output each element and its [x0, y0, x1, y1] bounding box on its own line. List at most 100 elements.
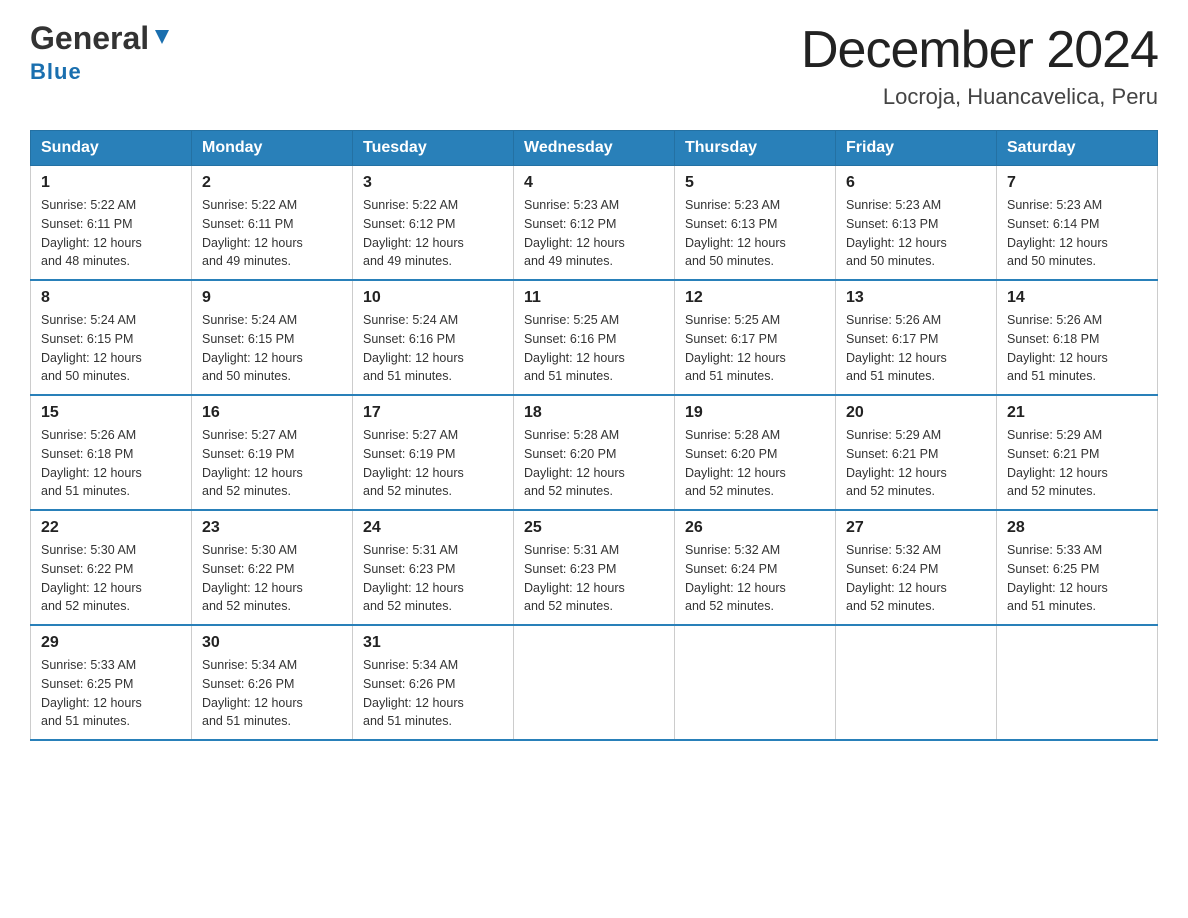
- calendar-cell: 23 Sunrise: 5:30 AM Sunset: 6:22 PM Dayl…: [192, 510, 353, 625]
- day-number: 29: [41, 634, 181, 652]
- calendar-cell: 19 Sunrise: 5:28 AM Sunset: 6:20 PM Dayl…: [675, 395, 836, 510]
- day-info: Sunrise: 5:34 AM Sunset: 6:26 PM Dayligh…: [363, 656, 503, 731]
- calendar-cell: [675, 625, 836, 740]
- day-number: 19: [685, 404, 825, 422]
- logo-triangle-icon: [151, 26, 173, 48]
- logo: General Blue: [30, 20, 173, 85]
- calendar-cell: 22 Sunrise: 5:30 AM Sunset: 6:22 PM Dayl…: [31, 510, 192, 625]
- calendar-subtitle: Locroja, Huancavelica, Peru: [801, 84, 1158, 110]
- day-number: 4: [524, 174, 664, 192]
- day-info: Sunrise: 5:30 AM Sunset: 6:22 PM Dayligh…: [202, 541, 342, 616]
- calendar-cell: 28 Sunrise: 5:33 AM Sunset: 6:25 PM Dayl…: [997, 510, 1158, 625]
- calendar-cell: 13 Sunrise: 5:26 AM Sunset: 6:17 PM Dayl…: [836, 280, 997, 395]
- day-info: Sunrise: 5:23 AM Sunset: 6:13 PM Dayligh…: [846, 196, 986, 271]
- day-number: 27: [846, 519, 986, 537]
- day-number: 21: [1007, 404, 1147, 422]
- day-info: Sunrise: 5:24 AM Sunset: 6:16 PM Dayligh…: [363, 311, 503, 386]
- day-number: 8: [41, 289, 181, 307]
- day-info: Sunrise: 5:23 AM Sunset: 6:14 PM Dayligh…: [1007, 196, 1147, 271]
- week-row-3: 15 Sunrise: 5:26 AM Sunset: 6:18 PM Dayl…: [31, 395, 1158, 510]
- day-number: 20: [846, 404, 986, 422]
- calendar-cell: 20 Sunrise: 5:29 AM Sunset: 6:21 PM Dayl…: [836, 395, 997, 510]
- week-row-1: 1 Sunrise: 5:22 AM Sunset: 6:11 PM Dayli…: [31, 166, 1158, 281]
- day-number: 11: [524, 289, 664, 307]
- day-number: 25: [524, 519, 664, 537]
- calendar-cell: 18 Sunrise: 5:28 AM Sunset: 6:20 PM Dayl…: [514, 395, 675, 510]
- calendar-cell: 1 Sunrise: 5:22 AM Sunset: 6:11 PM Dayli…: [31, 166, 192, 281]
- day-info: Sunrise: 5:33 AM Sunset: 6:25 PM Dayligh…: [1007, 541, 1147, 616]
- calendar-table: SundayMondayTuesdayWednesdayThursdayFrid…: [30, 130, 1158, 741]
- day-number: 28: [1007, 519, 1147, 537]
- day-number: 13: [846, 289, 986, 307]
- day-number: 10: [363, 289, 503, 307]
- day-info: Sunrise: 5:28 AM Sunset: 6:20 PM Dayligh…: [524, 426, 664, 501]
- day-info: Sunrise: 5:22 AM Sunset: 6:12 PM Dayligh…: [363, 196, 503, 271]
- day-info: Sunrise: 5:31 AM Sunset: 6:23 PM Dayligh…: [524, 541, 664, 616]
- day-info: Sunrise: 5:31 AM Sunset: 6:23 PM Dayligh…: [363, 541, 503, 616]
- calendar-cell: 4 Sunrise: 5:23 AM Sunset: 6:12 PM Dayli…: [514, 166, 675, 281]
- calendar-cell: 5 Sunrise: 5:23 AM Sunset: 6:13 PM Dayli…: [675, 166, 836, 281]
- day-info: Sunrise: 5:30 AM Sunset: 6:22 PM Dayligh…: [41, 541, 181, 616]
- calendar-cell: 15 Sunrise: 5:26 AM Sunset: 6:18 PM Dayl…: [31, 395, 192, 510]
- day-info: Sunrise: 5:25 AM Sunset: 6:17 PM Dayligh…: [685, 311, 825, 386]
- day-info: Sunrise: 5:22 AM Sunset: 6:11 PM Dayligh…: [202, 196, 342, 271]
- day-number: 16: [202, 404, 342, 422]
- logo-blue-text: Blue: [30, 59, 82, 85]
- day-info: Sunrise: 5:24 AM Sunset: 6:15 PM Dayligh…: [202, 311, 342, 386]
- calendar-title: December 2024: [801, 20, 1158, 80]
- calendar-cell: 14 Sunrise: 5:26 AM Sunset: 6:18 PM Dayl…: [997, 280, 1158, 395]
- calendar-cell: [836, 625, 997, 740]
- day-info: Sunrise: 5:27 AM Sunset: 6:19 PM Dayligh…: [363, 426, 503, 501]
- page-header: General Blue December 2024 Locroja, Huan…: [30, 20, 1158, 110]
- day-number: 15: [41, 404, 181, 422]
- calendar-cell: 7 Sunrise: 5:23 AM Sunset: 6:14 PM Dayli…: [997, 166, 1158, 281]
- calendar-cell: 30 Sunrise: 5:34 AM Sunset: 6:26 PM Dayl…: [192, 625, 353, 740]
- calendar-cell: 2 Sunrise: 5:22 AM Sunset: 6:11 PM Dayli…: [192, 166, 353, 281]
- calendar-cell: 26 Sunrise: 5:32 AM Sunset: 6:24 PM Dayl…: [675, 510, 836, 625]
- day-number: 26: [685, 519, 825, 537]
- calendar-body: 1 Sunrise: 5:22 AM Sunset: 6:11 PM Dayli…: [31, 166, 1158, 741]
- day-number: 1: [41, 174, 181, 192]
- day-info: Sunrise: 5:29 AM Sunset: 6:21 PM Dayligh…: [1007, 426, 1147, 501]
- header-saturday: Saturday: [997, 131, 1158, 166]
- day-info: Sunrise: 5:32 AM Sunset: 6:24 PM Dayligh…: [846, 541, 986, 616]
- calendar-cell: 17 Sunrise: 5:27 AM Sunset: 6:19 PM Dayl…: [353, 395, 514, 510]
- calendar-cell: 9 Sunrise: 5:24 AM Sunset: 6:15 PM Dayli…: [192, 280, 353, 395]
- day-info: Sunrise: 5:22 AM Sunset: 6:11 PM Dayligh…: [41, 196, 181, 271]
- week-row-4: 22 Sunrise: 5:30 AM Sunset: 6:22 PM Dayl…: [31, 510, 1158, 625]
- day-info: Sunrise: 5:26 AM Sunset: 6:18 PM Dayligh…: [1007, 311, 1147, 386]
- day-info: Sunrise: 5:26 AM Sunset: 6:18 PM Dayligh…: [41, 426, 181, 501]
- calendar-cell: 16 Sunrise: 5:27 AM Sunset: 6:19 PM Dayl…: [192, 395, 353, 510]
- header-thursday: Thursday: [675, 131, 836, 166]
- day-info: Sunrise: 5:28 AM Sunset: 6:20 PM Dayligh…: [685, 426, 825, 501]
- day-number: 12: [685, 289, 825, 307]
- day-info: Sunrise: 5:34 AM Sunset: 6:26 PM Dayligh…: [202, 656, 342, 731]
- day-number: 3: [363, 174, 503, 192]
- calendar-cell: [514, 625, 675, 740]
- calendar-cell: 29 Sunrise: 5:33 AM Sunset: 6:25 PM Dayl…: [31, 625, 192, 740]
- calendar-cell: [997, 625, 1158, 740]
- day-info: Sunrise: 5:26 AM Sunset: 6:17 PM Dayligh…: [846, 311, 986, 386]
- day-info: Sunrise: 5:29 AM Sunset: 6:21 PM Dayligh…: [846, 426, 986, 501]
- day-number: 14: [1007, 289, 1147, 307]
- day-info: Sunrise: 5:24 AM Sunset: 6:15 PM Dayligh…: [41, 311, 181, 386]
- calendar-cell: 11 Sunrise: 5:25 AM Sunset: 6:16 PM Dayl…: [514, 280, 675, 395]
- header-monday: Monday: [192, 131, 353, 166]
- day-number: 24: [363, 519, 503, 537]
- day-number: 9: [202, 289, 342, 307]
- day-number: 7: [1007, 174, 1147, 192]
- week-row-2: 8 Sunrise: 5:24 AM Sunset: 6:15 PM Dayli…: [31, 280, 1158, 395]
- day-number: 6: [846, 174, 986, 192]
- header-row: SundayMondayTuesdayWednesdayThursdayFrid…: [31, 131, 1158, 166]
- day-number: 17: [363, 404, 503, 422]
- calendar-cell: 8 Sunrise: 5:24 AM Sunset: 6:15 PM Dayli…: [31, 280, 192, 395]
- calendar-title-block: December 2024 Locroja, Huancavelica, Per…: [801, 20, 1158, 110]
- day-number: 30: [202, 634, 342, 652]
- header-tuesday: Tuesday: [353, 131, 514, 166]
- calendar-cell: 21 Sunrise: 5:29 AM Sunset: 6:21 PM Dayl…: [997, 395, 1158, 510]
- day-number: 2: [202, 174, 342, 192]
- calendar-cell: 6 Sunrise: 5:23 AM Sunset: 6:13 PM Dayli…: [836, 166, 997, 281]
- calendar-cell: 3 Sunrise: 5:22 AM Sunset: 6:12 PM Dayli…: [353, 166, 514, 281]
- header-sunday: Sunday: [31, 131, 192, 166]
- calendar-cell: 12 Sunrise: 5:25 AM Sunset: 6:17 PM Dayl…: [675, 280, 836, 395]
